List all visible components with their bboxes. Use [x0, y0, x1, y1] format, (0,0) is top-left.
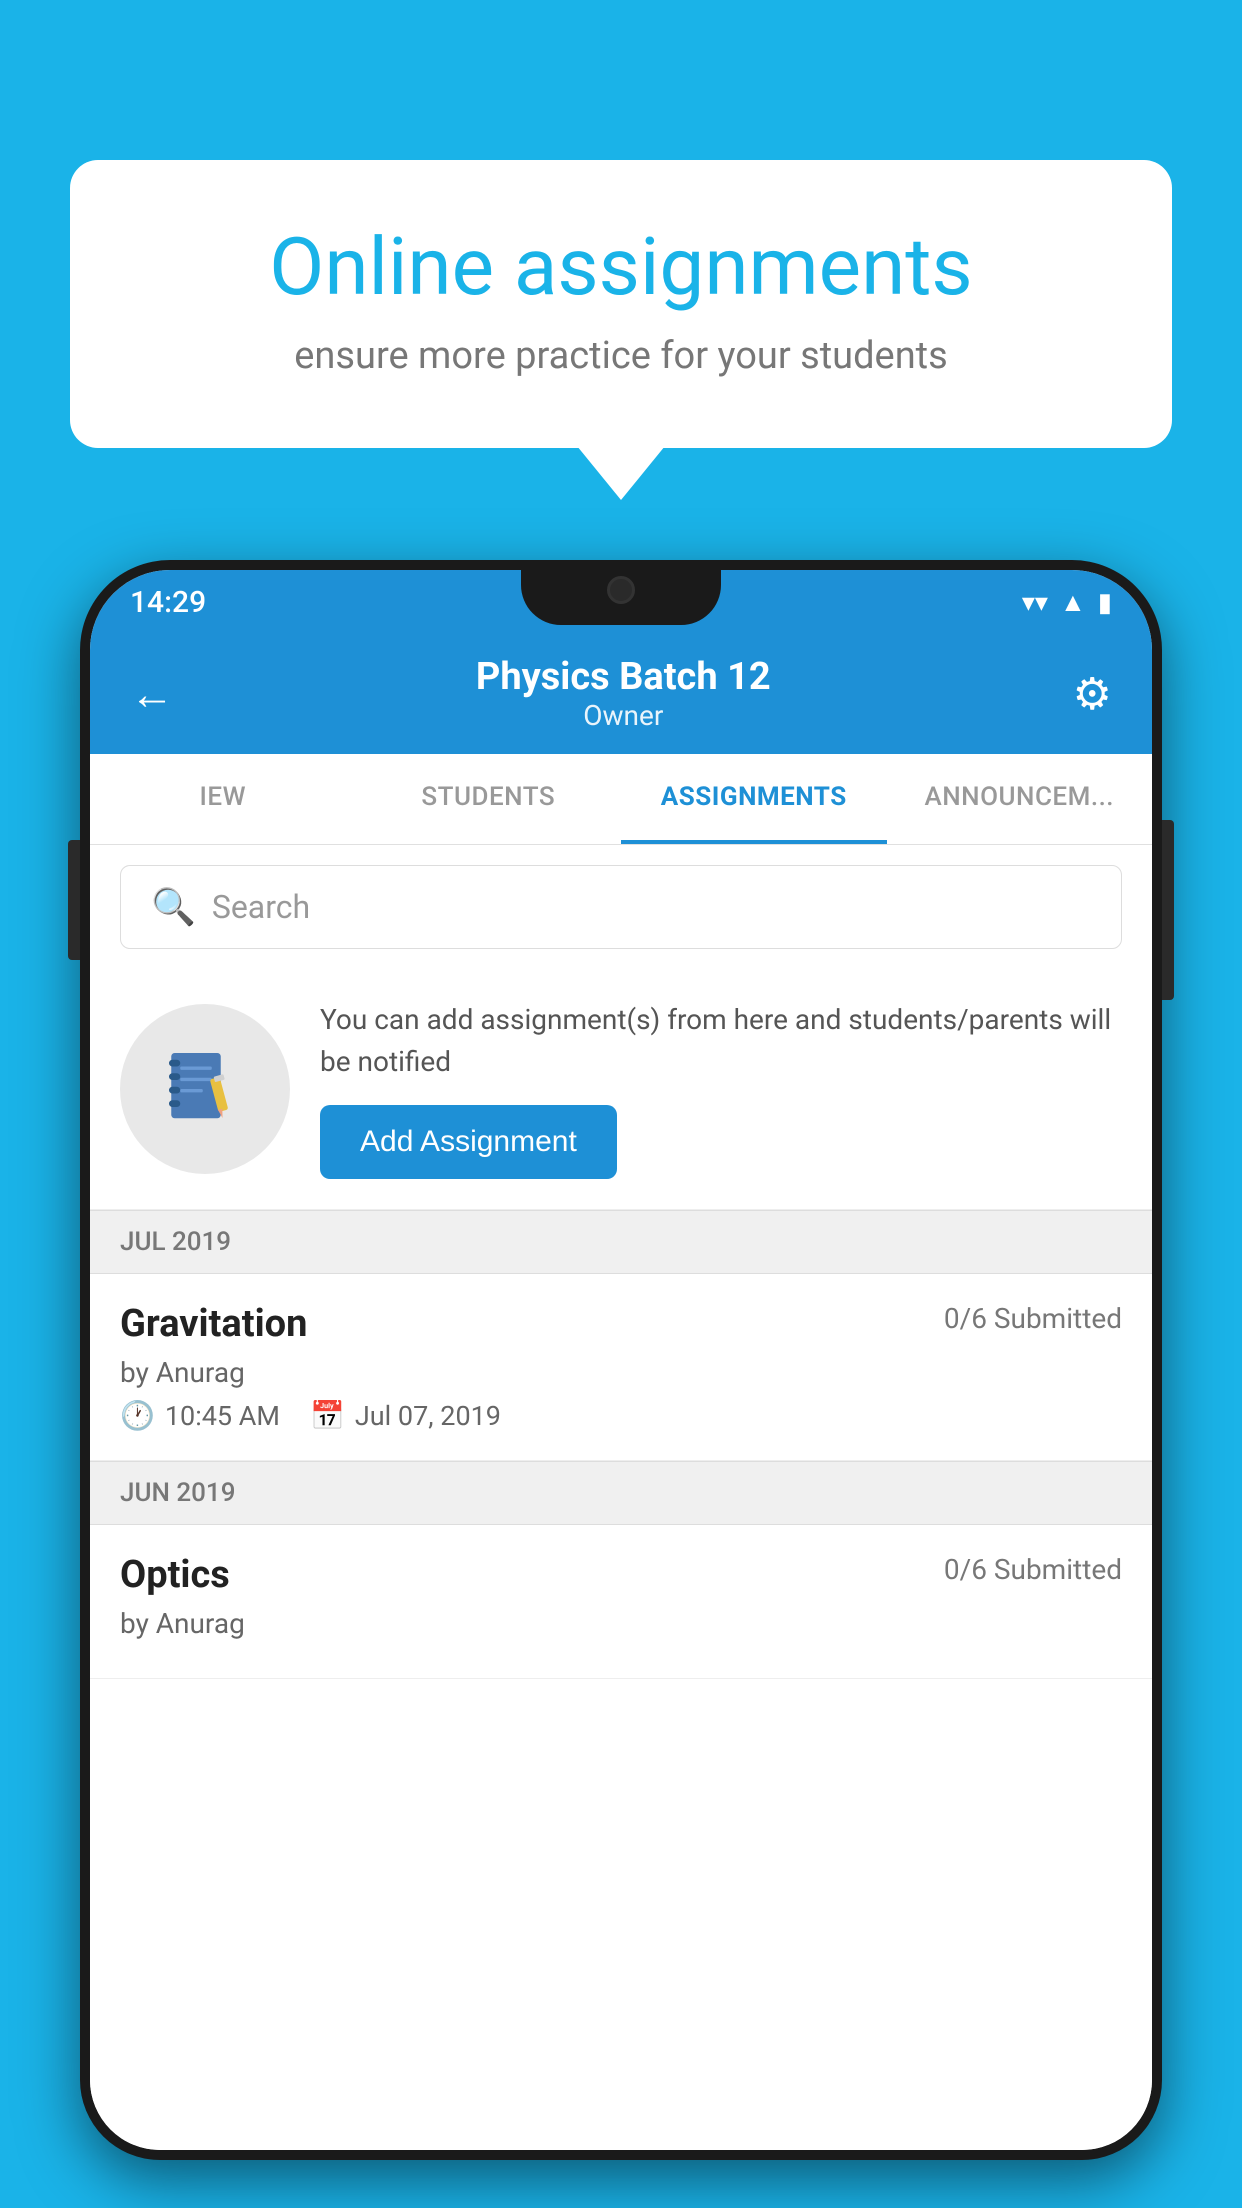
phone-camera	[607, 576, 635, 604]
screen-content: 🔍 Search	[90, 845, 1152, 2150]
assignment-submitted-optics: 0/6 Submitted	[944, 1553, 1122, 1586]
assignment-author-optics: by Anurag	[120, 1607, 1122, 1640]
speech-bubble-subtitle: ensure more practice for your students	[140, 334, 1102, 378]
search-icon: 🔍	[151, 886, 196, 928]
assignment-header: Gravitation 0/6 Submitted	[120, 1302, 1122, 1346]
add-assignment-banner: You can add assignment(s) from here and …	[90, 969, 1152, 1210]
wifi-icon: ▾▾	[1022, 588, 1048, 618]
tabs-bar: IEW STUDENTS ASSIGNMENTS ANNOUNCEM...	[90, 754, 1152, 845]
speech-bubble-container: Online assignments ensure more practice …	[70, 160, 1172, 448]
volume-button	[68, 840, 80, 960]
speech-bubble: Online assignments ensure more practice …	[70, 160, 1172, 448]
header-title: Physics Batch 12	[174, 655, 1073, 699]
assignment-submitted-gravitation: 0/6 Submitted	[944, 1302, 1122, 1335]
meta-time-value: 10:45 AM	[165, 1400, 280, 1432]
meta-date-value: Jul 07, 2019	[355, 1400, 501, 1432]
power-button	[1162, 820, 1174, 1000]
assignment-header-optics: Optics 0/6 Submitted	[120, 1553, 1122, 1597]
status-icons: ▾▾ ▲ ▮	[1022, 587, 1112, 618]
tab-assignments[interactable]: ASSIGNMENTS	[621, 754, 887, 844]
signal-icon: ▲	[1060, 587, 1086, 618]
add-assignment-button[interactable]: Add Assignment	[320, 1105, 617, 1179]
assignment-item-optics[interactable]: Optics 0/6 Submitted by Anurag	[90, 1525, 1152, 1679]
add-assignment-text: You can add assignment(s) from here and …	[320, 999, 1122, 1179]
meta-date: 📅 Jul 07, 2019	[310, 1399, 501, 1432]
month-label-jul: JUL 2019	[120, 1227, 231, 1257]
tab-students[interactable]: STUDENTS	[356, 754, 622, 844]
assignment-icon-circle	[120, 1004, 290, 1174]
notebook-icon	[160, 1044, 250, 1134]
battery-icon: ▮	[1098, 588, 1112, 618]
phone-frame: 14:29 ▾▾ ▲ ▮ ← Physics Batch 12 Owner ⚙ …	[80, 560, 1162, 2160]
month-label-jun: JUN 2019	[120, 1478, 235, 1508]
search-bar-container: 🔍 Search	[90, 845, 1152, 969]
assignment-title-gravitation: Gravitation	[120, 1302, 307, 1346]
header-center: Physics Batch 12 Owner	[174, 655, 1073, 732]
meta-time: 🕐 10:45 AM	[120, 1399, 280, 1432]
month-separator-jul: JUL 2019	[90, 1210, 1152, 1274]
phone-container: 14:29 ▾▾ ▲ ▮ ← Physics Batch 12 Owner ⚙ …	[80, 560, 1162, 2208]
search-input[interactable]: 🔍 Search	[120, 865, 1122, 949]
app-header: ← Physics Batch 12 Owner ⚙	[90, 635, 1152, 754]
header-subtitle: Owner	[174, 699, 1073, 732]
tab-announcements[interactable]: ANNOUNCEM...	[887, 754, 1153, 844]
assignment-title-optics: Optics	[120, 1553, 230, 1597]
month-separator-jun: JUN 2019	[90, 1461, 1152, 1525]
back-button[interactable]: ←	[130, 668, 174, 720]
phone-screen: 14:29 ▾▾ ▲ ▮ ← Physics Batch 12 Owner ⚙ …	[90, 570, 1152, 2150]
clock-icon: 🕐	[120, 1399, 155, 1432]
tab-overview[interactable]: IEW	[90, 754, 356, 844]
assignment-author-gravitation: by Anurag	[120, 1356, 1122, 1389]
status-time: 14:29	[130, 585, 206, 620]
assignment-item[interactable]: Gravitation 0/6 Submitted by Anurag 🕐 10…	[90, 1274, 1152, 1461]
assignment-meta-gravitation: 🕐 10:45 AM 📅 Jul 07, 2019	[120, 1399, 1122, 1432]
calendar-icon: 📅	[310, 1399, 345, 1432]
search-placeholder: Search	[212, 888, 310, 926]
speech-bubble-title: Online assignments	[140, 220, 1102, 314]
settings-icon[interactable]: ⚙	[1073, 668, 1112, 720]
add-assignment-description: You can add assignment(s) from here and …	[320, 999, 1122, 1083]
